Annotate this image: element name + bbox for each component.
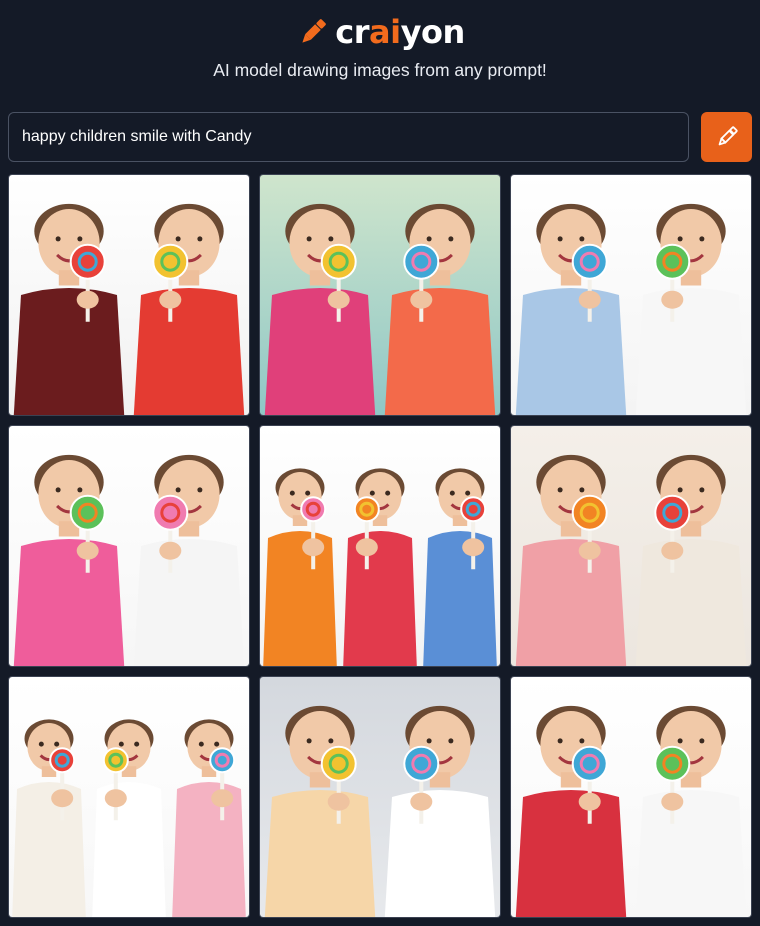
brand-name-part-2: yon (400, 13, 466, 51)
result-image-art (260, 677, 500, 917)
brand-name-part-1: cr (335, 13, 370, 51)
tagline: AI model drawing images from any prompt! (213, 60, 547, 80)
brand-name-accent: ai (369, 13, 401, 51)
result-image[interactable] (510, 425, 752, 667)
prompt-field[interactable] (8, 112, 689, 162)
results-grid (8, 174, 752, 918)
result-image[interactable] (259, 174, 501, 416)
draw-button[interactable] (701, 112, 752, 162)
result-image-art (9, 175, 249, 415)
result-image[interactable] (8, 425, 250, 667)
result-image[interactable] (8, 174, 250, 416)
result-image-art (511, 175, 751, 415)
result-image[interactable] (8, 676, 250, 918)
result-image[interactable] (259, 676, 501, 918)
result-image-art (9, 677, 249, 917)
result-image-art (511, 426, 751, 666)
result-image-art (260, 175, 500, 415)
result-image-art (511, 677, 751, 917)
brand-header: craiyon (0, 10, 760, 54)
result-image-art (9, 426, 249, 666)
brand-name: craiyon (335, 13, 466, 51)
result-image[interactable] (510, 174, 752, 416)
pencil-logo-icon (295, 14, 331, 50)
result-image[interactable] (510, 676, 752, 918)
pencil-icon (718, 126, 738, 146)
result-image[interactable] (259, 425, 501, 667)
result-image-art (260, 426, 500, 666)
prompt-input[interactable] (22, 128, 688, 146)
